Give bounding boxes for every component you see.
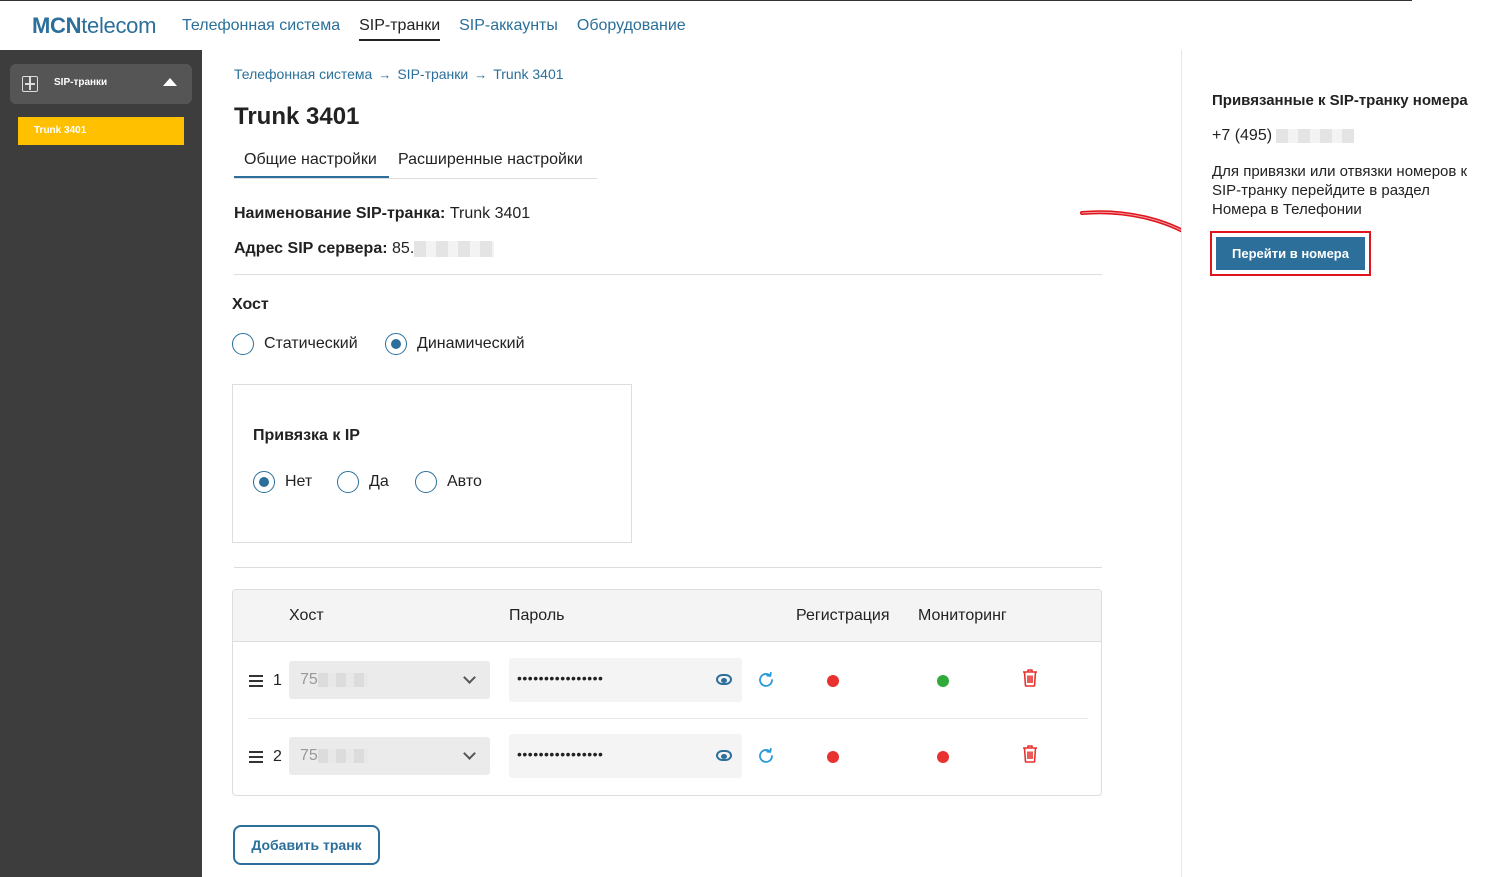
divider bbox=[234, 274, 1102, 275]
refresh-icon[interactable] bbox=[757, 747, 775, 765]
logo[interactable]: MCNtelecom bbox=[32, 13, 156, 39]
page-title: Trunk 3401 bbox=[234, 103, 360, 130]
linked-numbers-title: Привязанные к SIP-транку номера bbox=[1212, 92, 1468, 109]
server-address-label: Адрес SIP сервера: bbox=[234, 240, 388, 257]
col-password: Пароль bbox=[509, 607, 565, 624]
phone-prefix: +7 (495) bbox=[1212, 127, 1273, 144]
sidebar-item-trunk[interactable]: Trunk 3401 bbox=[18, 117, 184, 145]
go-to-numbers-button[interactable]: Перейти в номера bbox=[1216, 237, 1365, 270]
password-field[interactable]: •••••••••••••••• bbox=[509, 658, 742, 702]
password-value: •••••••••••••••• bbox=[517, 746, 604, 762]
sidebar-group-sip-trunks[interactable]: SIP-транки bbox=[10, 64, 192, 104]
col-host: Хост bbox=[289, 607, 324, 624]
drag-handle-icon[interactable] bbox=[249, 675, 263, 687]
monitoring-status-dot bbox=[937, 675, 949, 687]
add-trunk-button[interactable]: Добавить транк bbox=[233, 825, 380, 865]
row-number: 2 bbox=[273, 748, 282, 765]
nav-equipment[interactable]: Оборудование bbox=[577, 17, 686, 41]
table-header: Хост Пароль Регистрация Мониторинг bbox=[233, 590, 1101, 642]
radio-ip-no-label[interactable]: Нет bbox=[285, 473, 312, 491]
table-row: 2 75 •••••••••••••••• bbox=[233, 719, 1101, 795]
breadcrumb-item-current: Trunk 3401 bbox=[493, 66, 564, 82]
registration-status-dot bbox=[827, 675, 839, 687]
eye-icon[interactable] bbox=[716, 750, 732, 761]
highlight-frame: Перейти в номера bbox=[1210, 231, 1371, 276]
top-navbar: MCNtelecom Телефонная система SIP-транки… bbox=[0, 0, 1495, 50]
host-select[interactable]: 75 bbox=[289, 737, 490, 775]
trunk-hosts-table: Хост Пароль Регистрация Мониторинг 1 75 … bbox=[232, 589, 1102, 796]
arrow-right-icon: → bbox=[378, 67, 392, 82]
radio-static[interactable] bbox=[232, 333, 254, 355]
caret-up-icon[interactable] bbox=[163, 78, 177, 86]
trunk-name-field: Наименование SIP-транка: Trunk 3401 bbox=[234, 205, 530, 223]
trunk-name-value: Trunk 3401 bbox=[449, 205, 531, 222]
trash-icon[interactable] bbox=[1021, 744, 1039, 764]
sidebar: SIP-транки Trunk 3401 bbox=[0, 50, 202, 877]
radio-ip-yes[interactable] bbox=[337, 471, 359, 493]
nav-sip-trunks[interactable]: SIP-транки bbox=[359, 17, 441, 41]
row-number: 1 bbox=[273, 672, 282, 689]
nav-telephony-system[interactable]: Телефонная система bbox=[182, 17, 340, 41]
main-nav: Телефонная система SIP-транки SIP-аккаун… bbox=[182, 17, 705, 41]
ip-binding-box bbox=[232, 384, 632, 543]
host-select-value: 75 bbox=[300, 671, 318, 688]
radio-ip-auto-label[interactable]: Авто bbox=[447, 473, 482, 491]
drag-handle-icon[interactable] bbox=[249, 751, 263, 763]
redacted-value bbox=[1276, 128, 1355, 143]
active-tab-indicator bbox=[234, 176, 389, 178]
refresh-icon[interactable] bbox=[757, 671, 775, 689]
tab-advanced-settings[interactable]: Расширенные настройки bbox=[398, 151, 583, 169]
registration-status-dot bbox=[827, 751, 839, 763]
redacted-value bbox=[317, 672, 368, 687]
redacted-value bbox=[414, 240, 495, 257]
radio-ip-no[interactable] bbox=[253, 471, 275, 493]
trunk-icon bbox=[22, 76, 38, 92]
breadcrumb-item[interactable]: Телефонная система bbox=[234, 66, 372, 82]
password-value: •••••••••••••••• bbox=[517, 670, 604, 686]
trunk-name-label: Наименование SIP-транка: bbox=[234, 205, 446, 222]
sidebar-item-label: Trunk 3401 bbox=[34, 125, 87, 136]
password-field[interactable]: •••••••••••••••• bbox=[509, 734, 742, 778]
nav-sip-accounts[interactable]: SIP-аккаунты bbox=[459, 17, 558, 41]
linked-phone-number: +7 (495) bbox=[1212, 127, 1355, 145]
host-label: Хост bbox=[232, 296, 269, 313]
tabs: Общие настройки Расширенные настройки bbox=[234, 147, 597, 179]
breadcrumb-item[interactable]: SIP-транки bbox=[397, 66, 468, 82]
top-line-gap bbox=[1412, 0, 1495, 2]
arrow-right-icon: → bbox=[474, 67, 488, 82]
server-address-value: 85. bbox=[392, 240, 415, 257]
radio-dynamic-label[interactable]: Динамический bbox=[417, 335, 525, 353]
ip-binding-label: Привязка к IP bbox=[253, 427, 360, 444]
chevron-down-icon bbox=[463, 671, 476, 684]
chevron-down-icon bbox=[463, 747, 476, 760]
right-panel: Привязанные к SIP-транку номера +7 (495)… bbox=[1181, 50, 1495, 877]
radio-static-label[interactable]: Статический bbox=[264, 335, 358, 353]
divider bbox=[234, 567, 1102, 568]
tab-general-settings[interactable]: Общие настройки bbox=[244, 151, 377, 169]
sidebar-group-label: SIP-транки bbox=[54, 77, 108, 88]
host-select-value: 75 bbox=[300, 747, 318, 764]
radio-ip-auto[interactable] bbox=[415, 471, 437, 493]
linked-numbers-hint: Для привязки или отвязки номеров к SIP-т… bbox=[1212, 163, 1468, 218]
col-registration: Регистрация bbox=[796, 607, 890, 624]
trash-icon[interactable] bbox=[1021, 668, 1039, 688]
col-monitoring: Мониторинг bbox=[918, 607, 1007, 624]
host-select[interactable]: 75 bbox=[289, 661, 490, 699]
eye-icon[interactable] bbox=[716, 674, 732, 685]
redacted-value bbox=[317, 748, 368, 763]
radio-dynamic[interactable] bbox=[385, 333, 407, 355]
monitoring-status-dot bbox=[937, 751, 949, 763]
table-row: 1 75 •••••••••••••••• bbox=[233, 643, 1101, 719]
server-address-field: Адрес SIP сервера: 85. bbox=[234, 240, 495, 258]
radio-ip-yes-label[interactable]: Да bbox=[369, 473, 389, 491]
breadcrumb: Телефонная система → SIP-транки → Trunk 3401 bbox=[234, 66, 564, 82]
